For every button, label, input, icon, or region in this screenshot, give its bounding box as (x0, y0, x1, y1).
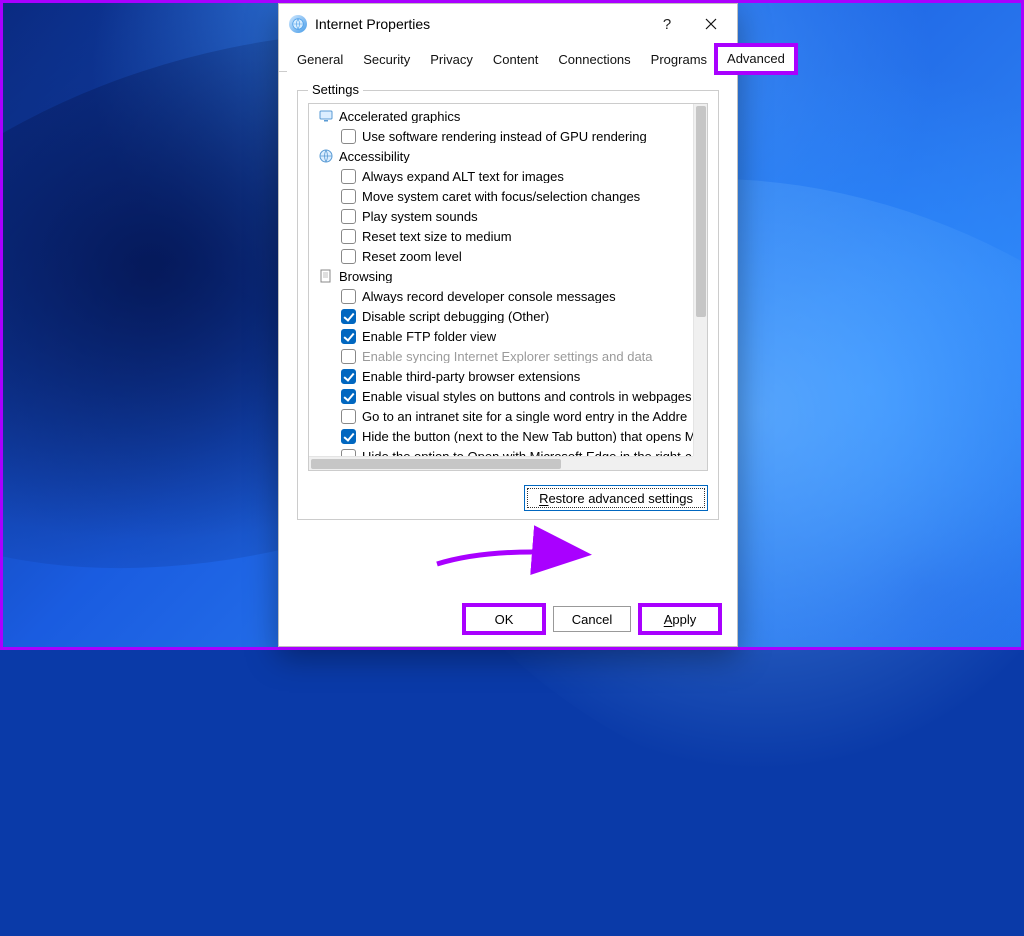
tab-strip: GeneralSecurityPrivacyContentConnections… (279, 44, 737, 72)
setting-checkbox[interactable]: Hide the button (next to the New Tab but… (313, 426, 693, 446)
setting-checkbox[interactable]: Reset zoom level (313, 246, 693, 266)
checkbox-icon (341, 249, 356, 264)
setting-checkbox[interactable]: Play system sounds (313, 206, 693, 226)
titlebar: Internet Properties ? (279, 4, 737, 44)
close-icon (705, 18, 717, 30)
category-accessibility: Accessibility (313, 146, 693, 166)
checkbox-icon (341, 309, 356, 324)
internet-properties-dialog: Internet Properties ? GeneralSecurityPri… (278, 3, 738, 647)
setting-checkbox[interactable]: Enable third-party browser extensions (313, 366, 693, 386)
checkbox-icon (341, 429, 356, 444)
tab-content[interactable]: Content (483, 47, 549, 72)
setting-checkbox[interactable]: Always record developer console messages (313, 286, 693, 306)
setting-checkbox[interactable]: Disable script debugging (Other) (313, 306, 693, 326)
tab-advanced[interactable]: Advanced (717, 46, 795, 72)
setting-checkbox[interactable]: Go to an intranet site for a single word… (313, 406, 693, 426)
checkbox-icon (341, 349, 356, 364)
checkbox-icon (341, 369, 356, 384)
checkbox-icon (341, 189, 356, 204)
apply-button[interactable]: Apply (641, 606, 719, 632)
checkbox-icon (341, 289, 356, 304)
checkbox-icon (341, 409, 356, 424)
internet-options-icon (289, 15, 307, 33)
setting-checkbox[interactable]: Move system caret with focus/selection c… (313, 186, 693, 206)
checkbox-icon (341, 389, 356, 404)
fieldset-legend: Settings (308, 82, 363, 97)
cancel-button[interactable]: Cancel (553, 606, 631, 632)
settings-tree[interactable]: Accelerated graphicsUse software renderi… (308, 103, 708, 471)
setting-checkbox: Enable syncing Internet Explorer setting… (313, 346, 693, 366)
setting-checkbox[interactable]: Always expand ALT text for images (313, 166, 693, 186)
checkbox-icon (341, 169, 356, 184)
checkbox-icon (341, 229, 356, 244)
tab-connections[interactable]: Connections (548, 47, 640, 72)
category-accelerated-graphics: Accelerated graphics (313, 106, 693, 126)
checkbox-icon (341, 209, 356, 224)
window-title: Internet Properties (315, 16, 430, 32)
setting-checkbox[interactable]: Use software rendering instead of GPU re… (313, 126, 693, 146)
setting-checkbox[interactable]: Enable visual styles on buttons and cont… (313, 386, 693, 406)
advanced-tab-panel: Settings Accelerated graphicsUse softwar… (279, 72, 737, 596)
page-icon (319, 269, 333, 283)
checkbox-icon (341, 129, 356, 144)
close-button[interactable] (689, 4, 733, 44)
vertical-scrollbar[interactable] (693, 104, 707, 456)
setting-checkbox[interactable]: Hide the option to Open with Microsoft E… (313, 446, 693, 456)
monitor-icon (319, 109, 333, 123)
dialog-footer: OK Cancel Apply (279, 596, 737, 646)
settings-fieldset: Settings Accelerated graphicsUse softwar… (297, 90, 719, 520)
setting-checkbox[interactable]: Reset text size to medium (313, 226, 693, 246)
checkbox-icon (341, 329, 356, 344)
tab-privacy[interactable]: Privacy (420, 47, 483, 72)
restore-advanced-settings-button[interactable]: Restore advanced settings (524, 485, 708, 511)
globe-icon (319, 149, 333, 163)
ok-button[interactable]: OK (465, 606, 543, 632)
setting-checkbox[interactable]: Enable FTP folder view (313, 326, 693, 346)
horizontal-scrollbar[interactable] (309, 456, 693, 470)
checkbox-icon (341, 449, 356, 457)
tab-general[interactable]: General (287, 47, 353, 72)
tab-programs[interactable]: Programs (641, 47, 717, 72)
help-button[interactable]: ? (645, 4, 689, 44)
category-browsing: Browsing (313, 266, 693, 286)
tab-security[interactable]: Security (353, 47, 420, 72)
